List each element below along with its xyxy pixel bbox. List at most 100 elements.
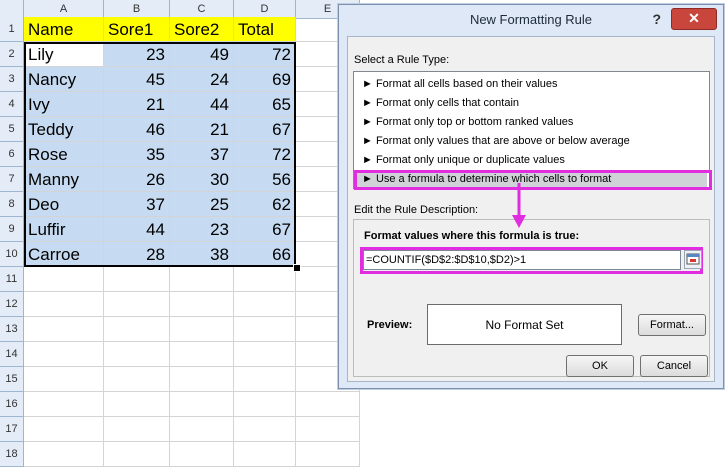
ok-button[interactable]: OK xyxy=(566,355,634,377)
value-cell[interactable]: 62 xyxy=(234,192,296,217)
empty-cell[interactable] xyxy=(24,292,104,317)
value-cell[interactable]: 67 xyxy=(234,217,296,242)
empty-cell[interactable] xyxy=(104,292,170,317)
header-cell[interactable]: Total xyxy=(234,17,296,42)
empty-cell[interactable] xyxy=(24,442,104,467)
row-header-18[interactable]: 18 xyxy=(0,442,24,467)
value-cell[interactable]: 45 xyxy=(104,67,170,92)
value-cell[interactable]: 72 xyxy=(234,142,296,167)
empty-cell[interactable] xyxy=(24,267,104,292)
row-header-3[interactable]: 3 xyxy=(0,67,24,92)
empty-cell[interactable] xyxy=(234,392,296,417)
name-cell[interactable]: Lily xyxy=(24,42,104,67)
name-cell[interactable]: Manny xyxy=(24,167,104,192)
collapse-dialog-icon[interactable] xyxy=(684,250,702,269)
row-header-15[interactable]: 15 xyxy=(0,367,24,392)
value-cell[interactable]: 21 xyxy=(104,92,170,117)
empty-cell[interactable] xyxy=(234,292,296,317)
help-icon[interactable]: ? xyxy=(652,11,661,27)
name-cell[interactable]: Teddy xyxy=(24,117,104,142)
empty-cell[interactable] xyxy=(170,417,234,442)
empty-cell[interactable] xyxy=(24,317,104,342)
empty-cell[interactable] xyxy=(170,342,234,367)
header-cell[interactable]: Sore2 xyxy=(170,17,234,42)
row-header-4[interactable]: 4 xyxy=(0,92,24,117)
row-header-16[interactable]: 16 xyxy=(0,392,24,417)
value-cell[interactable]: 26 xyxy=(104,167,170,192)
empty-cell[interactable] xyxy=(234,417,296,442)
value-cell[interactable]: 65 xyxy=(234,92,296,117)
value-cell[interactable]: 46 xyxy=(104,117,170,142)
name-cell[interactable]: Deo xyxy=(24,192,104,217)
value-cell[interactable]: 38 xyxy=(170,242,234,267)
value-cell[interactable]: 37 xyxy=(170,142,234,167)
row-header-1[interactable]: 1 xyxy=(0,17,24,42)
row-header-6[interactable]: 6 xyxy=(0,142,24,167)
value-cell[interactable]: 23 xyxy=(104,42,170,67)
row-header-8[interactable]: 8 xyxy=(0,192,24,217)
name-cell[interactable]: Nancy xyxy=(24,67,104,92)
name-cell[interactable]: Luffir xyxy=(24,217,104,242)
row-header-5[interactable]: 5 xyxy=(0,117,24,142)
rule-type-item[interactable]: ► Format only unique or duplicate values xyxy=(356,151,707,169)
close-button[interactable]: ✕ xyxy=(671,8,717,30)
empty-cell[interactable] xyxy=(170,367,234,392)
value-cell[interactable]: 66 xyxy=(234,242,296,267)
value-cell[interactable]: 25 xyxy=(170,192,234,217)
rule-type-item-selected[interactable]: ► Use a formula to determine which cells… xyxy=(356,170,707,188)
name-cell[interactable]: Rose xyxy=(24,142,104,167)
value-cell[interactable]: 21 xyxy=(170,117,234,142)
name-cell[interactable]: Carroe xyxy=(24,242,104,267)
rule-type-item[interactable]: ► Format only values that are above or b… xyxy=(356,132,707,150)
empty-cell[interactable] xyxy=(234,342,296,367)
empty-cell[interactable] xyxy=(24,392,104,417)
row-header-14[interactable]: 14 xyxy=(0,342,24,367)
empty-cell[interactable] xyxy=(170,442,234,467)
empty-cell[interactable] xyxy=(296,417,360,442)
empty-cell[interactable] xyxy=(234,267,296,292)
empty-cell[interactable] xyxy=(104,417,170,442)
fill-handle[interactable] xyxy=(293,264,301,272)
empty-cell[interactable] xyxy=(104,367,170,392)
row-header-12[interactable]: 12 xyxy=(0,292,24,317)
empty-cell[interactable] xyxy=(104,342,170,367)
row-header-7[interactable]: 7 xyxy=(0,167,24,192)
empty-cell[interactable] xyxy=(296,442,360,467)
value-cell[interactable]: 72 xyxy=(234,42,296,67)
row-header-13[interactable]: 13 xyxy=(0,317,24,342)
empty-cell[interactable] xyxy=(104,392,170,417)
empty-cell[interactable] xyxy=(104,267,170,292)
rule-type-item[interactable]: ► Format only cells that contain xyxy=(356,94,707,112)
row-header-11[interactable]: 11 xyxy=(0,267,24,292)
rule-type-item[interactable]: ► Format all cells based on their values xyxy=(356,75,707,93)
value-cell[interactable]: 69 xyxy=(234,67,296,92)
header-cell[interactable]: Sore1 xyxy=(104,17,170,42)
value-cell[interactable]: 24 xyxy=(170,67,234,92)
row-header-2[interactable]: 2 xyxy=(0,42,24,67)
header-cell[interactable]: Name xyxy=(24,17,104,42)
empty-cell[interactable] xyxy=(170,392,234,417)
rule-type-list[interactable]: ► Format all cells based on their values… xyxy=(353,71,710,189)
row-header-9[interactable]: 9 xyxy=(0,217,24,242)
row-header-10[interactable]: 10 xyxy=(0,242,24,267)
value-cell[interactable]: 35 xyxy=(104,142,170,167)
value-cell[interactable]: 30 xyxy=(170,167,234,192)
value-cell[interactable]: 56 xyxy=(234,167,296,192)
value-cell[interactable]: 44 xyxy=(170,92,234,117)
rule-type-item[interactable]: ► Format only top or bottom ranked value… xyxy=(356,113,707,131)
empty-cell[interactable] xyxy=(234,367,296,392)
name-cell[interactable]: Ivy xyxy=(24,92,104,117)
value-cell[interactable]: 28 xyxy=(104,242,170,267)
value-cell[interactable]: 44 xyxy=(104,217,170,242)
empty-cell[interactable] xyxy=(104,442,170,467)
value-cell[interactable]: 67 xyxy=(234,117,296,142)
empty-cell[interactable] xyxy=(170,317,234,342)
empty-cell[interactable] xyxy=(234,317,296,342)
value-cell[interactable]: 37 xyxy=(104,192,170,217)
value-cell[interactable]: 23 xyxy=(170,217,234,242)
formula-input[interactable]: =COUNTIF($D$2:$D$10,$D2)>1 xyxy=(363,250,681,270)
empty-cell[interactable] xyxy=(24,367,104,392)
empty-cell[interactable] xyxy=(170,292,234,317)
empty-cell[interactable] xyxy=(104,317,170,342)
value-cell[interactable]: 49 xyxy=(170,42,234,67)
